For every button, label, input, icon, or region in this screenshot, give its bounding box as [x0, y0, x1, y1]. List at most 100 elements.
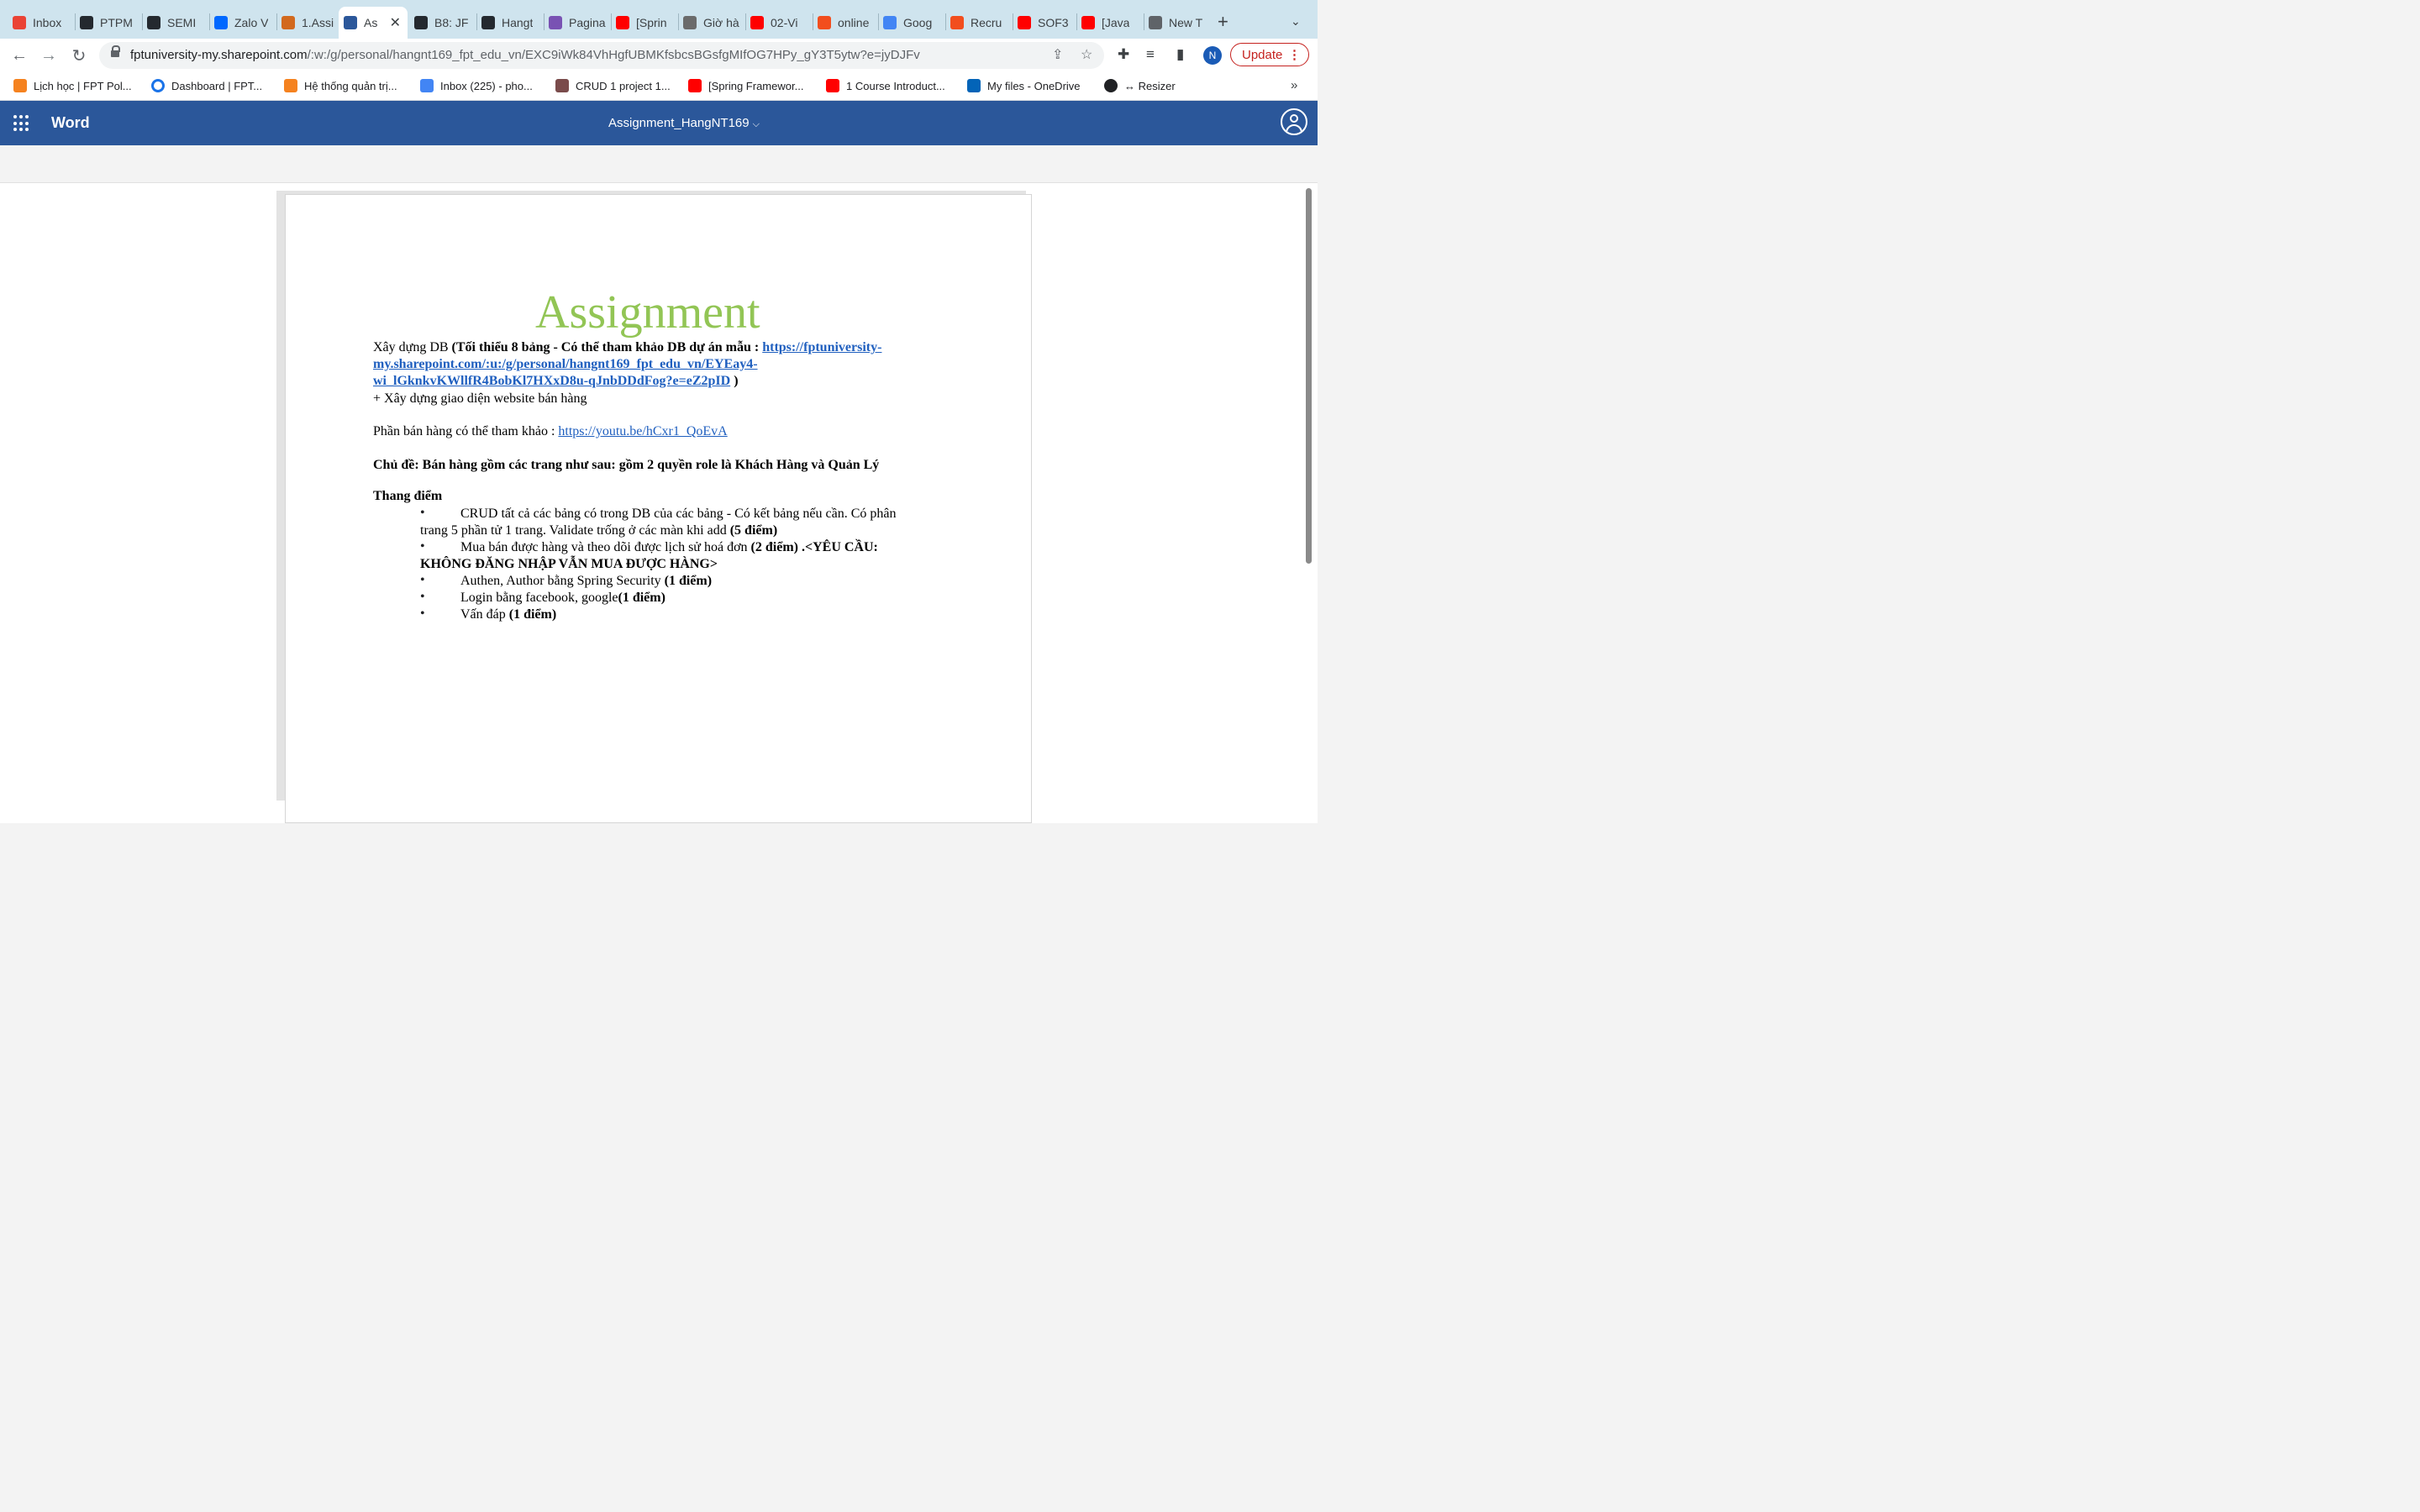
tab-separator [276, 13, 277, 30]
bullet-4-points: (1 điểm) [618, 590, 666, 605]
db-close-paren: ) [730, 373, 739, 388]
browser-tab[interactable]: New T [1148, 7, 1209, 39]
tab-label: Giờ hà [702, 15, 739, 29]
back-button[interactable]: ← [8, 44, 31, 67]
forward-button[interactable]: → [37, 44, 60, 67]
vertical-scrollbar[interactable] [1305, 187, 1312, 564]
bullet-4-glyph: • [419, 589, 425, 604]
sales-link[interactable]: https://youtu.be/hCxr1_QoEvA [558, 424, 727, 438]
tab-label: SOF3 [1037, 15, 1069, 29]
sales-line: Phần bán hàng có thể tham khảo : https:/… [373, 423, 728, 440]
browser-tab[interactable]: B8: JF [413, 7, 475, 39]
browser-tab[interactable]: Recru [950, 7, 1011, 39]
bullet-2-line1: Mua bán được hàng và theo dõi được lịch … [460, 539, 878, 556]
app-launcher-icon[interactable] [13, 114, 30, 132]
fpt-icon [13, 78, 27, 92]
bookmark-label: Lịch học | FPT Pol... [33, 79, 132, 92]
browser-tab[interactable]: Goog [882, 7, 944, 39]
tab-separator [141, 13, 143, 30]
browser-tab[interactable]: PTPM [79, 7, 140, 39]
url-text[interactable]: fptuniversity-my.sharepoint.com/:w:/g/pe… [130, 48, 920, 62]
browser-tab[interactable]: Hangt [481, 7, 542, 39]
share-icon[interactable]: ⇪ [1052, 46, 1063, 63]
bookmark-item[interactable]: Inbox (225) - pho... [419, 78, 533, 92]
browser-tab[interactable]: 02-Vi [750, 7, 811, 39]
bookmark-item[interactable]: Lịch học | FPT Pol... [13, 78, 132, 92]
youtube-icon [1017, 15, 1031, 29]
bookmark-item[interactable]: Dashboard | FPT... [150, 78, 262, 92]
media-queue-icon[interactable]: ≡ [1146, 46, 1155, 63]
youtube-icon [1081, 15, 1095, 29]
bookmarks-overflow-icon[interactable]: » [1291, 78, 1297, 92]
github-icon [481, 15, 495, 29]
extensions-puzzle-icon[interactable]: ✚ [1118, 46, 1129, 63]
tab-label: Zalo V [234, 15, 269, 29]
bookmark-item[interactable]: 1 Course Introduct... [825, 78, 945, 92]
tab-label: Inbox [32, 15, 62, 29]
side-panel-icon[interactable]: ▮ [1176, 46, 1184, 63]
tab-label: online [837, 15, 870, 29]
close-tab-icon[interactable]: ✕ [390, 14, 401, 31]
bookmark-item[interactable]: CRUD 1 project 1... [555, 78, 671, 92]
address-bar[interactable]: fptuniversity-my.sharepoint.com/:w:/g/pe… [98, 41, 1104, 69]
circle-icon [150, 78, 165, 92]
db-link-part1[interactable]: https://fptuniversity- [762, 340, 881, 354]
browser-tab[interactable]: [Java [1081, 7, 1142, 39]
browser-toolbar: ← → ↻ fptuniversity-my.sharepoint.com/:w… [0, 38, 1318, 72]
tab-separator [208, 13, 210, 30]
update-button[interactable]: Update ⋮ [1229, 42, 1309, 66]
onedrive-icon [966, 78, 981, 92]
bullet-1-text: trang 5 phần tử 1 trang. Validate trống … [419, 522, 730, 538]
bookmark-item[interactable]: My files - OneDrive [966, 78, 1081, 92]
word-header: Word Assignment_HangNT169 ⌵ [0, 100, 1318, 145]
gmail-icon [12, 15, 26, 29]
new-tab-button[interactable]: + [1218, 12, 1228, 31]
reload-button[interactable]: ↻ [67, 44, 91, 67]
bullet-2-requirement: .<YÊU CẦU: [797, 539, 878, 554]
tab-separator [877, 13, 879, 30]
browser-tab[interactable]: Inbox [12, 7, 73, 39]
db-link-part2[interactable]: my.sharepoint.com/:u:/g/personal/hangnt1… [373, 356, 758, 373]
tab-search-chevron-icon[interactable]: ⌄ [1291, 14, 1301, 29]
tab-separator [74, 13, 76, 30]
account-icon[interactable] [1280, 108, 1307, 135]
tab-separator [1076, 13, 1077, 30]
bookmark-star-icon[interactable]: ☆ [1081, 46, 1092, 63]
figma-icon [950, 15, 964, 29]
browser-tab[interactable]: SOF3 [1017, 7, 1078, 39]
bullet-1-line1: CRUD tất cả các bảng có trong DB của các… [460, 506, 897, 521]
lock-icon[interactable] [110, 45, 120, 57]
tab-separator [677, 13, 679, 30]
browser-tab[interactable]: [Sprin [615, 7, 676, 39]
bookmark-item[interactable]: Hệ thống quản trị... [283, 78, 397, 92]
figma-icon [817, 15, 831, 29]
tab-label: SEMI [166, 15, 197, 29]
browser-tab[interactable]: As ✕ [338, 6, 408, 39]
tab-label: Goog [902, 15, 933, 29]
browser-tab[interactable]: Zalo V [213, 7, 275, 39]
menu-kebab-icon[interactable]: ⋮ [1288, 47, 1301, 62]
bullet-5-text: Vấn đáp [460, 606, 509, 622]
profile-avatar[interactable]: N [1202, 45, 1222, 65]
bullet-2-text: Mua bán được hàng và theo dõi được lịch … [460, 539, 751, 554]
bookmark-item[interactable]: ↔ Resizer [1103, 78, 1176, 92]
bookmark-item[interactable]: [Spring Framewor... [687, 78, 803, 92]
github-icon [413, 15, 428, 29]
browser-tab[interactable]: Pagina [548, 7, 609, 39]
bullet-2-glyph: • [419, 538, 425, 554]
google-icon [419, 78, 434, 92]
db-link-part3[interactable]: wi_lGknkvKWllfR4BobKl7HXxD8u-qJnbDDdFog?… [373, 374, 730, 388]
tab-strip: Inbox PTPM SEMI Zalo V 1.Assi As ✕ B8: JF Hangt P… [0, 0, 1318, 39]
app-name[interactable]: Word [51, 114, 90, 132]
bookmark-label: My files - OneDrive [986, 79, 1081, 92]
tab-label: 02-Vi [770, 15, 798, 29]
browser-tab[interactable]: SEMI [146, 7, 208, 39]
document-title[interactable]: Assignment_HangNT169 ⌵ [608, 116, 760, 130]
bullet-3-line: Authen, Author bằng Spring Security (1 đ… [460, 573, 712, 590]
browser-tab[interactable]: 1.Assi [281, 7, 340, 39]
browser-tab[interactable]: online [817, 7, 878, 39]
youtube-icon [687, 78, 702, 92]
bullet-1-line2: trang 5 phần tử 1 trang. Validate trống … [420, 522, 777, 539]
bookmark-label: Inbox (225) - pho... [439, 79, 533, 92]
browser-tab[interactable]: Giờ hà [682, 7, 744, 39]
